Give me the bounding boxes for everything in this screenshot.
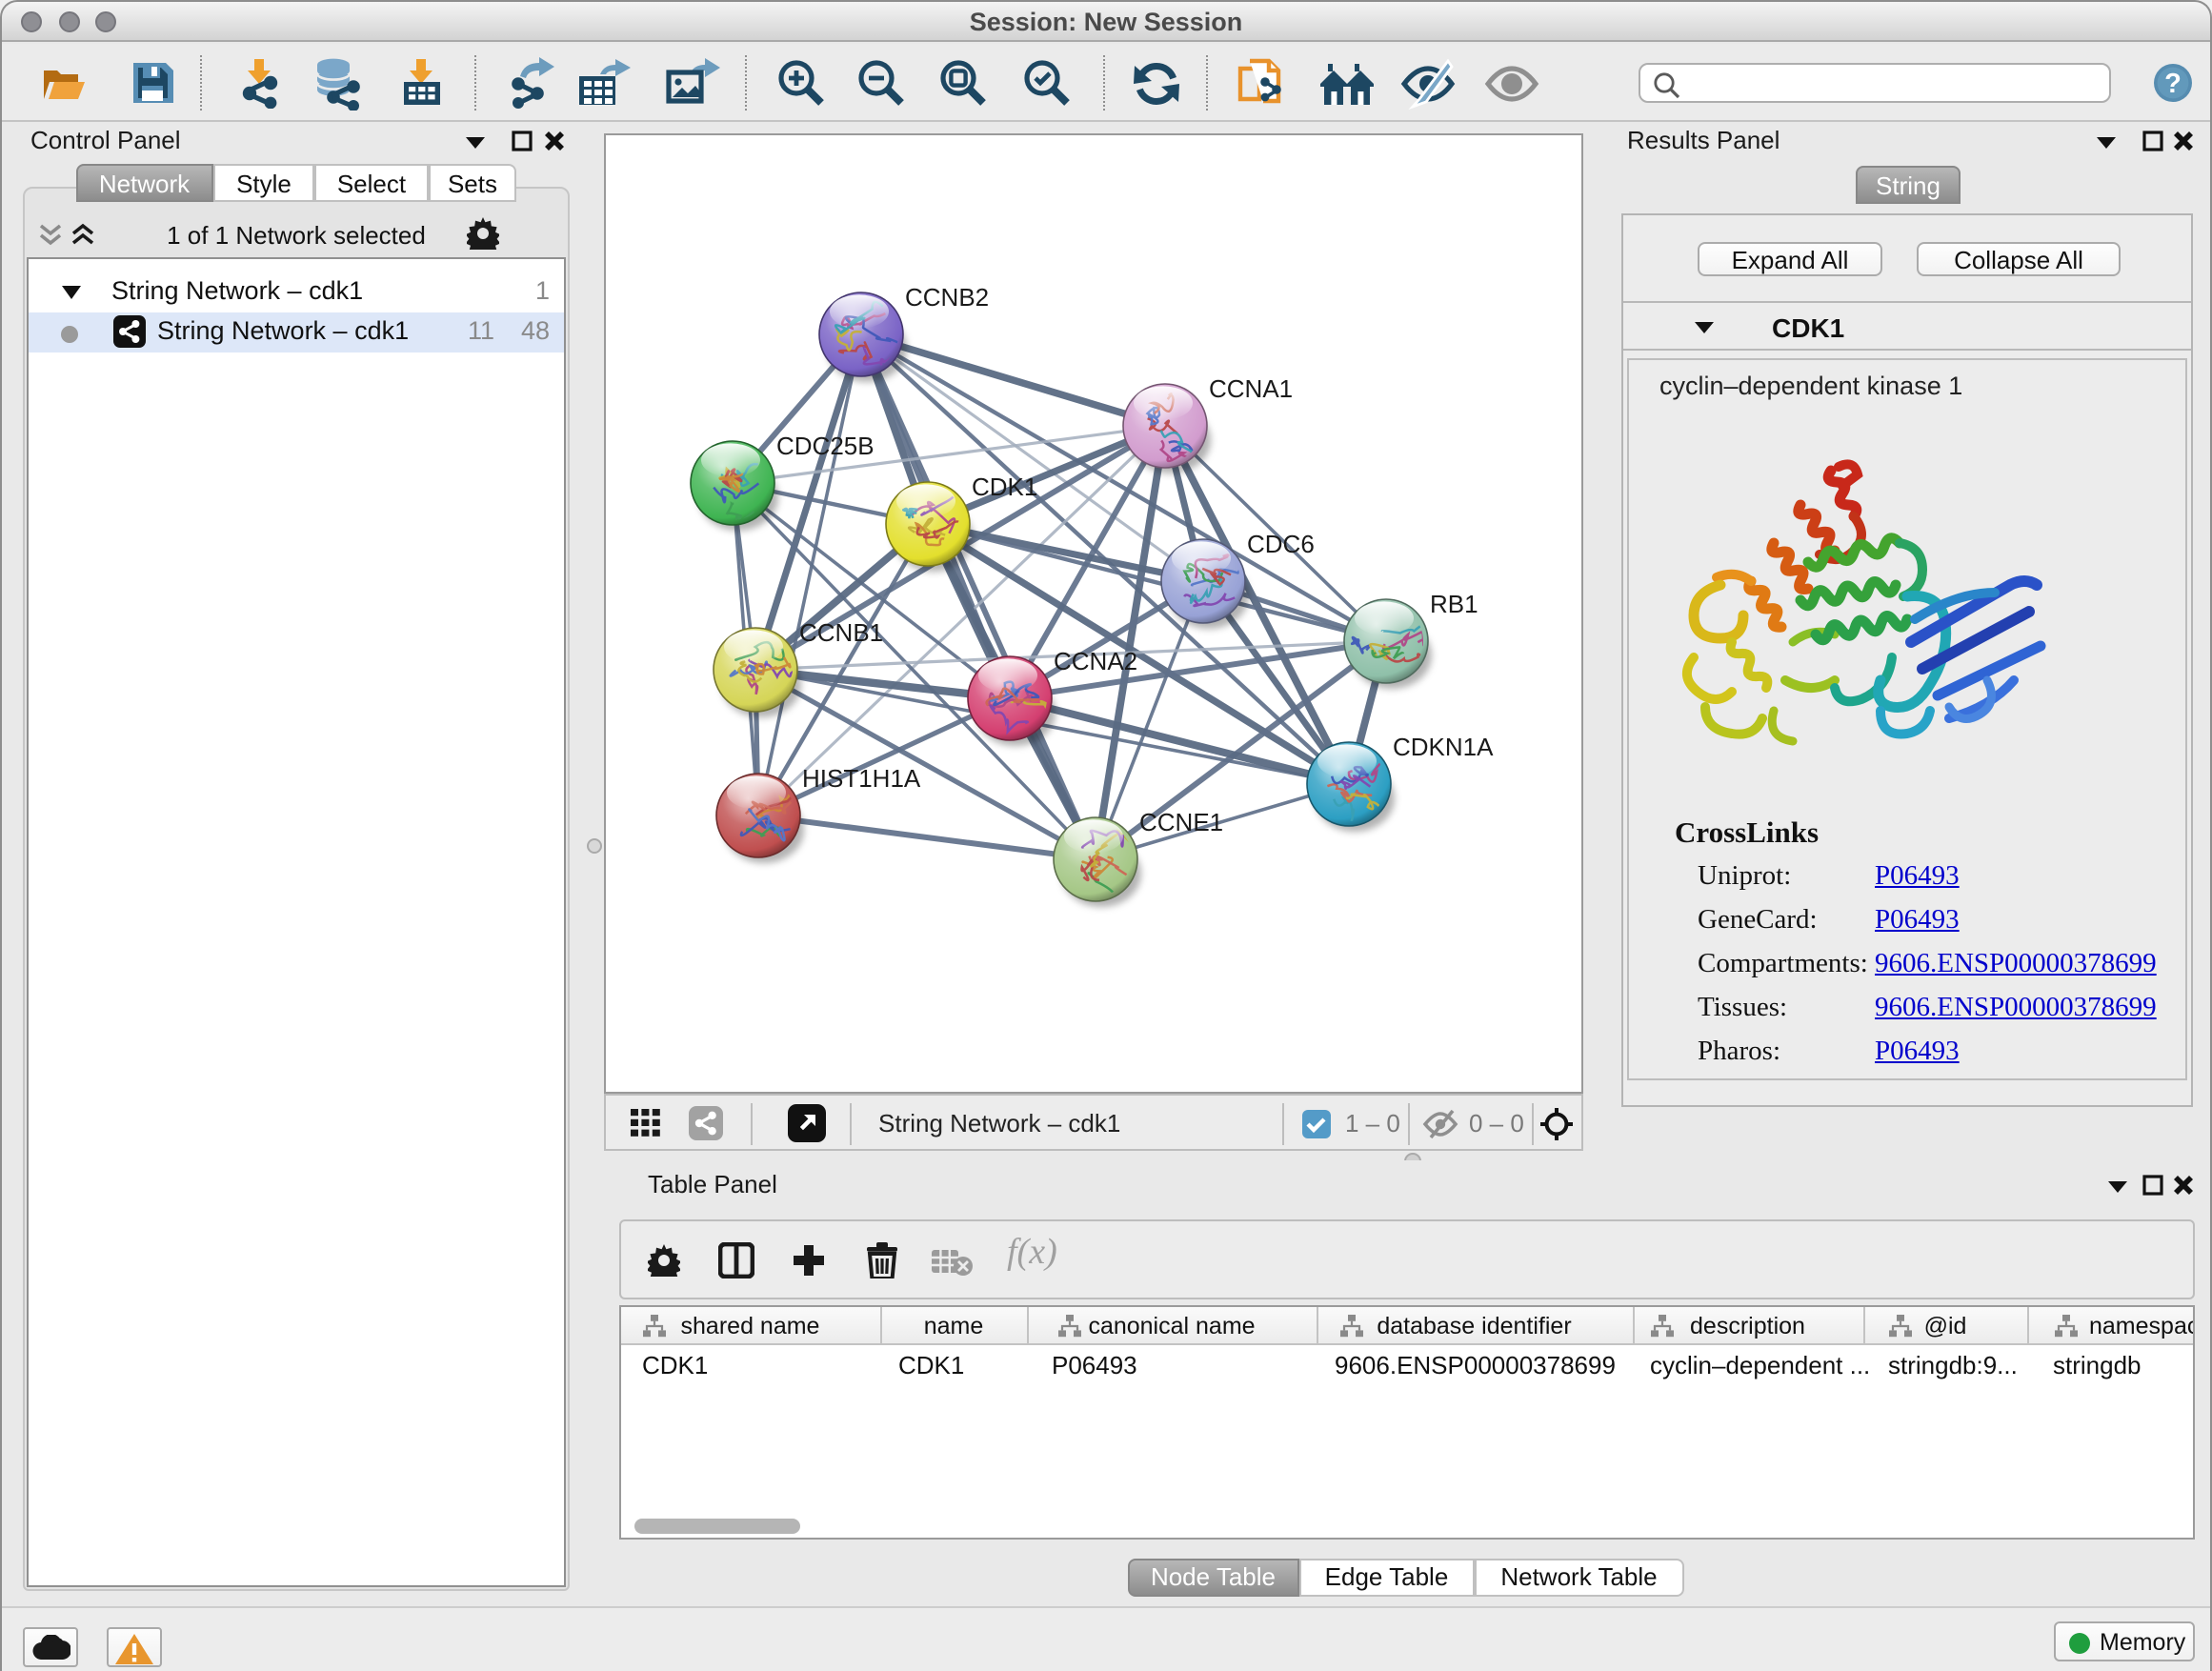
svg-text:CCNA1: CCNA1 — [1209, 374, 1293, 403]
svg-text:CDKN1A: CDKN1A — [1393, 733, 1494, 761]
svg-text:RB1: RB1 — [1430, 590, 1478, 618]
svg-text:CDC25B: CDC25B — [776, 432, 875, 460]
svg-text:CCNA2: CCNA2 — [1054, 647, 1137, 675]
svg-text:CCNB2: CCNB2 — [905, 283, 989, 312]
svg-text:CCNE1: CCNE1 — [1139, 808, 1223, 836]
svg-text:CDC6: CDC6 — [1247, 530, 1315, 558]
svg-text:?: ? — [2164, 69, 2182, 99]
svg-text:HIST1H1A: HIST1H1A — [802, 764, 921, 793]
svg-text:CCNB1: CCNB1 — [799, 618, 883, 647]
svg-text:CDK1: CDK1 — [972, 473, 1037, 501]
